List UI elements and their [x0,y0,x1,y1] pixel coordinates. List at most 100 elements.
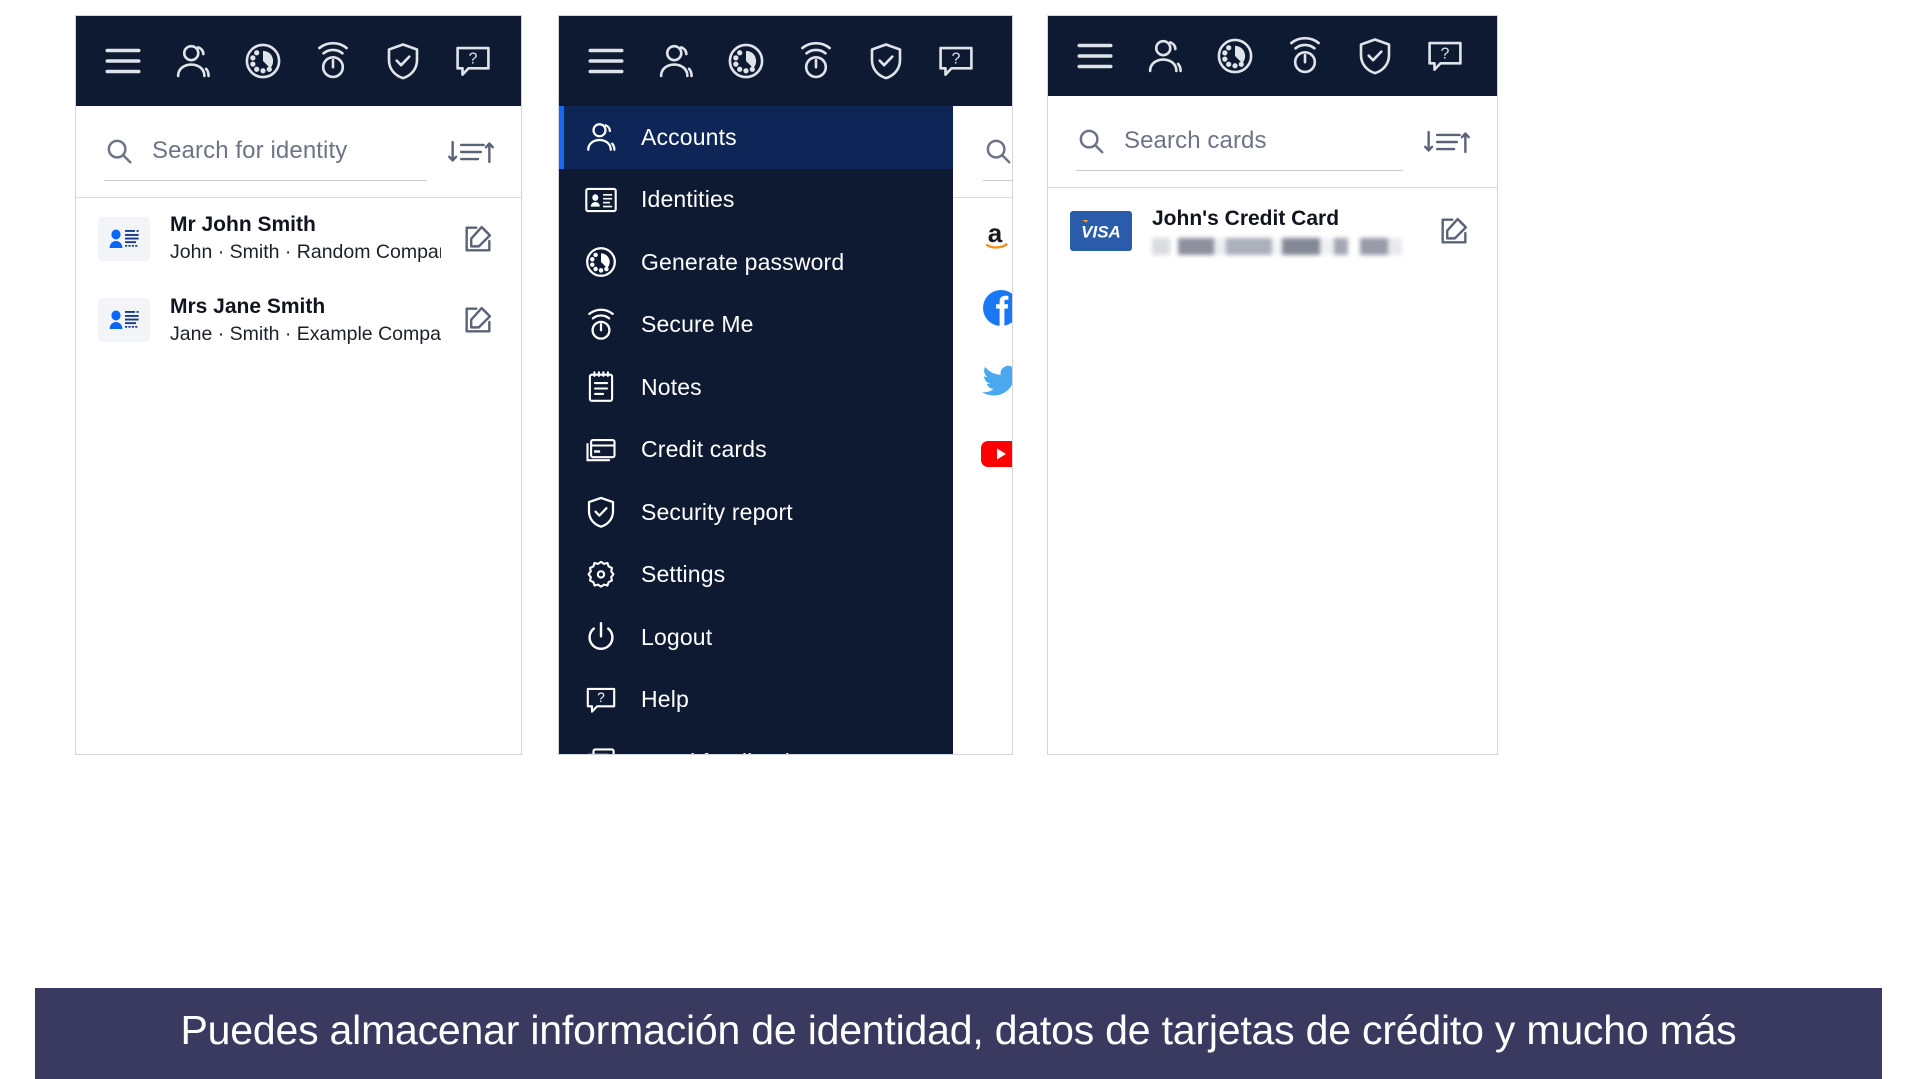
list-item[interactable]: Mrs Jane Smith Jane · Smith · Example Co… [76,280,521,362]
identity-subtitle: Jane · Smith · Example Company · 59 Ex… [170,322,441,345]
list-item[interactable]: a amazon Personal [953,198,1012,271]
identity-subtitle: John · Smith · Random Company · 59 Ex… [170,241,441,264]
menu-label: Accounts [641,123,737,150]
menu-label: Security report [641,498,793,525]
menu-item-help[interactable]: ? Help [559,669,953,732]
menu-item-generate-password[interactable]: Generate password [559,231,953,294]
identity-title: Mr John Smith [170,213,316,236]
screenshot-stage: ? Search for identity Mr John Smith John… [0,0,1917,1079]
shield-check-icon [583,494,619,530]
help-icon: ? [583,682,619,718]
amazon-icon: a [979,213,1012,257]
menu-label: Generate password [641,248,845,275]
search-placeholder: Search cards [1124,127,1267,154]
secure-me-icon[interactable] [1284,35,1326,77]
account-icon[interactable] [1144,35,1186,77]
generate-password-icon [583,244,619,280]
list-item[interactable]: facebook Facebook [953,271,1012,344]
identity-card-icon [98,216,150,261]
sort-icon[interactable] [447,135,495,169]
search-placeholder: Search for identity [152,137,348,164]
identity-title: Mrs Jane Smith [170,294,326,318]
identity-card-icon [583,182,619,218]
menu-label: Identities [641,186,735,213]
app-bar: ? [76,16,521,106]
menu-label: Credit cards [641,436,767,463]
accounts-search-row: Search [953,106,1012,198]
facebook-icon [979,286,1012,330]
generate-password-icon[interactable] [1214,35,1256,77]
menu-item-secure-me[interactable]: Secure Me [559,294,953,357]
generate-password-icon[interactable] [725,40,767,82]
svg-text:?: ? [469,50,478,67]
menu-item-settings[interactable]: Settings [559,544,953,607]
svg-text:?: ? [952,50,961,67]
identity-search-row: Search for identity [76,106,521,198]
menu-item-logout[interactable]: Logout [559,606,953,669]
menu-icon[interactable] [102,40,144,82]
list-item[interactable]: twitter.c Twitter A [953,344,1012,417]
menu-item-identities[interactable]: Identities [559,169,953,232]
twitter-icon [979,359,1012,403]
menu-label: Send feedback [641,749,796,754]
app-bar: ? [559,16,1012,106]
list-item[interactable]: youtube YouTube [953,417,1012,490]
accounts-search-input[interactable]: Search [983,123,1012,181]
list-item[interactable]: Mr John Smith John · Smith · Random Comp… [76,198,521,280]
app-bar: ? [1048,16,1497,96]
gear-icon [583,557,619,593]
cards-search-row: Search cards [1048,96,1497,188]
menu-label: Settings [641,561,726,588]
card-title: John's Credit Card [1152,207,1340,230]
menu-item-accounts[interactable]: Accounts [559,106,953,169]
identity-card-icon [98,298,150,343]
cards-list: VISA John's Credit Card [1048,188,1497,270]
edit-icon[interactable] [461,303,495,337]
account-icon[interactable] [172,40,214,82]
sort-icon[interactable] [1423,125,1471,159]
menu-item-security-report[interactable]: Security report [559,481,953,544]
menu-item-send-feedback[interactable]: Send feedback [559,731,953,754]
help-icon[interactable]: ? [1424,35,1466,77]
account-icon[interactable] [655,40,697,82]
search-icon [104,136,134,166]
menu-label: Secure Me [641,311,754,338]
menu-label: Help [641,686,689,713]
accounts-pane: Search a amazon Personal [953,106,1012,754]
visa-icon: VISA [1070,210,1132,251]
help-icon[interactable]: ? [452,40,494,82]
edit-icon[interactable] [461,222,495,256]
search-input[interactable]: Search for identity [104,123,427,181]
feedback-icon [583,744,619,754]
svg-text:?: ? [1441,45,1450,62]
panel-identities: ? Search for identity Mr John Smith John… [75,15,522,755]
generate-password-icon[interactable] [242,40,284,82]
card-number-redacted [1152,238,1402,256]
secure-me-icon[interactable] [312,40,354,82]
account-icon [583,119,619,155]
shield-check-icon[interactable] [382,40,424,82]
caption-bar: Puedes almacenar información de identida… [35,987,1882,1079]
search-icon [1076,126,1106,156]
search-input[interactable]: Search cards [1076,113,1403,171]
secure-me-icon[interactable] [795,40,837,82]
power-icon [583,619,619,655]
help-icon[interactable]: ? [935,40,977,82]
menu-item-credit-cards[interactable]: Credit cards [559,419,953,482]
edit-icon[interactable] [1437,214,1471,248]
svg-text:a: a [988,218,1003,248]
menu-item-notes[interactable]: Notes [559,356,953,419]
menu-label: Logout [641,623,713,650]
list-item[interactable]: VISA John's Credit Card [1048,188,1497,269]
svg-text:?: ? [597,690,605,705]
menu-icon[interactable] [585,40,627,82]
menu-icon[interactable] [1074,35,1116,77]
shield-check-icon[interactable] [1354,35,1396,77]
svg-text:VISA: VISA [1081,222,1121,241]
shield-check-icon[interactable] [865,40,907,82]
navigation-drawer: Accounts Identities Generate password Se… [559,106,953,754]
panel-menu: ? Search [558,15,1013,755]
credit-card-icon [583,432,619,468]
menu-label: Notes [641,373,702,400]
search-icon [983,136,1012,166]
